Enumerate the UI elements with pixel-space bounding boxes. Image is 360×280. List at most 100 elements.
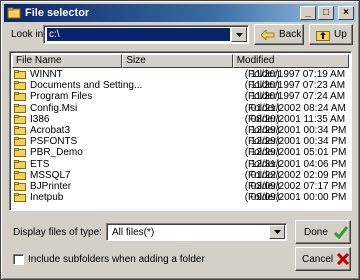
folder-icon [14, 159, 26, 169]
cancel-label: Cancel [302, 253, 334, 265]
minimize-button[interactable]: _ [300, 6, 316, 20]
list-item[interactable]: Config.Msi (Folder) 01/21/2002 08:24 AM [12, 103, 349, 114]
up-button[interactable]: Up [309, 24, 353, 45]
column-header-file-name[interactable]: File Name [12, 54, 123, 68]
cancel-button[interactable]: Cancel [295, 247, 351, 271]
file-name-cell: Acrobat3 [12, 125, 189, 136]
file-name: ETS [30, 158, 50, 170]
file-size: (Folder) [244, 158, 280, 170]
title-bar[interactable]: File selector _ □ × [4, 4, 356, 22]
list-item[interactable]: BJPrinter (Folder) 03/09/2002 07:17 PM [12, 181, 349, 192]
file-name-cell: WINNT [12, 69, 189, 80]
close-button[interactable]: × [338, 6, 354, 20]
file-name: Inetpub [30, 192, 64, 204]
file-modified: 03/09/2002 07:17 PM [250, 180, 347, 192]
list-item[interactable]: Inetpub (Folder) 09/09/2001 00:00 PM [12, 192, 349, 203]
file-name: BJPrinter [30, 180, 72, 192]
file-modified: 08/20/2001 11:35 AM [250, 113, 346, 125]
folder-icon [14, 137, 26, 147]
back-label: Back [279, 29, 302, 40]
folder-icon [14, 181, 26, 191]
column-header-modified[interactable]: Modified [232, 54, 349, 68]
file-list[interactable]: File Name Size Modified WINNT (Folder) 11/… [9, 51, 352, 211]
folder-icon [14, 81, 26, 91]
file-modified: 12/29/2001 05:01 PM [250, 147, 347, 159]
file-list-header: File Name Size Modified [12, 54, 349, 68]
minimize-icon: _ [305, 7, 311, 18]
list-item[interactable]: I386 (Folder) 08/20/2001 11:35 AM [12, 114, 349, 125]
file-size: (Folder) [244, 169, 280, 181]
file-name-cell: Config.Msi [12, 103, 189, 114]
file-modified: 11/20/1997 07:24 AM [250, 91, 346, 103]
file-name-cell: PBR_Demo [12, 147, 189, 158]
file-modified: 11/20/1997 07:23 AM [250, 80, 346, 92]
file-name-cell: Inetpub [12, 192, 189, 203]
file-name: WINNT [30, 69, 63, 81]
file-modified: 01/22/2002 02:09 PM [250, 169, 347, 181]
list-item[interactable]: WINNT (Folder) 11/20/1997 07:19 AM [12, 69, 349, 80]
maximize-icon: □ [322, 7, 330, 18]
chevron-down-icon[interactable] [269, 225, 285, 239]
file-list-rows: WINNT (Folder) 11/20/1997 07:19 AM Document… [12, 69, 349, 208]
file-size: (Folder) [244, 125, 280, 137]
up-label: Up [334, 29, 347, 40]
folder-app-icon [7, 7, 21, 19]
look-in-dropdown[interactable]: c:\ [43, 25, 249, 44]
look-in-value: c:\ [47, 28, 230, 41]
file-type-label: Display files of type: [13, 227, 102, 238]
file-modified: 09/09/2001 00:00 PM [250, 192, 347, 204]
file-name-cell: PSFONTS [12, 136, 189, 147]
file-type-value: All files(*) [112, 227, 155, 238]
folder-icon [14, 92, 26, 102]
file-name-cell: I386 [12, 114, 189, 125]
red-x-icon [337, 253, 350, 265]
file-name: Config.Msi [30, 102, 78, 114]
file-name-cell: Program Files [12, 91, 189, 102]
file-modified: 12/29/2001 00:34 PM [250, 136, 347, 148]
look-in-label: Look in: [11, 29, 47, 40]
list-item[interactable]: Program Files (Folder) 11/20/1997 07:24 AM [12, 91, 349, 102]
up-folder-icon [316, 29, 330, 41]
file-name: Acrobat3 [30, 125, 71, 137]
column-header-size[interactable]: Size [122, 54, 233, 68]
maximize-button[interactable]: □ [318, 6, 334, 20]
list-item[interactable]: PBR_Demo (Folder) 12/29/2001 05:01 PM [12, 147, 349, 158]
list-item[interactable]: Acrobat3 (Folder) 12/29/2001 00:34 PM [12, 125, 349, 136]
file-size: (Folder) [244, 147, 280, 159]
include-subfolders-checkbox[interactable] [13, 254, 24, 265]
file-name: I386 [30, 113, 50, 125]
file-name: PSFONTS [30, 136, 78, 148]
done-label: Done [304, 226, 328, 238]
chevron-down-icon[interactable] [231, 27, 247, 42]
file-name-cell: ETS [12, 159, 189, 170]
file-size: (Folder) [244, 113, 280, 125]
file-size: (Folder) [244, 80, 280, 92]
window-title: File selector [25, 7, 90, 19]
folder-icon [14, 70, 26, 80]
file-modified: 12/29/2001 00:34 PM [250, 125, 347, 137]
back-button[interactable]: Back [254, 24, 304, 45]
close-icon: × [343, 7, 349, 18]
folder-icon [14, 114, 26, 124]
folder-icon [14, 170, 26, 180]
file-name: Documents and Setting... [30, 80, 143, 92]
done-button[interactable]: Done [295, 220, 351, 244]
folder-icon [14, 103, 26, 113]
list-item[interactable]: ETS (Folder) 12/31/2001 04:06 PM [12, 159, 349, 170]
folder-icon [14, 193, 26, 203]
file-modified: 12/31/2001 04:06 PM [250, 158, 347, 170]
list-item[interactable]: MSSQL7 (Folder) 01/22/2002 02:09 PM [12, 170, 349, 181]
check-icon [333, 225, 348, 239]
include-subfolders-label: Include subfolders when adding a folder [28, 254, 205, 265]
file-modified: 01/21/2002 08:24 AM [250, 102, 346, 114]
file-name-cell: MSSQL7 [12, 170, 189, 181]
file-name: Program Files [30, 91, 93, 103]
file-name-cell: BJPrinter [12, 181, 189, 192]
file-size: (Folder) [244, 102, 280, 114]
list-item[interactable]: Documents and Setting... (Folder) 11/20/19… [12, 80, 349, 91]
file-name: PBR_Demo [30, 147, 83, 159]
folder-icon [14, 126, 26, 136]
file-type-dropdown[interactable]: All files(*) [106, 223, 287, 241]
list-item[interactable]: PSFONTS (Folder) 12/29/2001 00:34 PM [12, 136, 349, 147]
file-modified: 11/20/1997 07:19 AM [250, 69, 346, 81]
